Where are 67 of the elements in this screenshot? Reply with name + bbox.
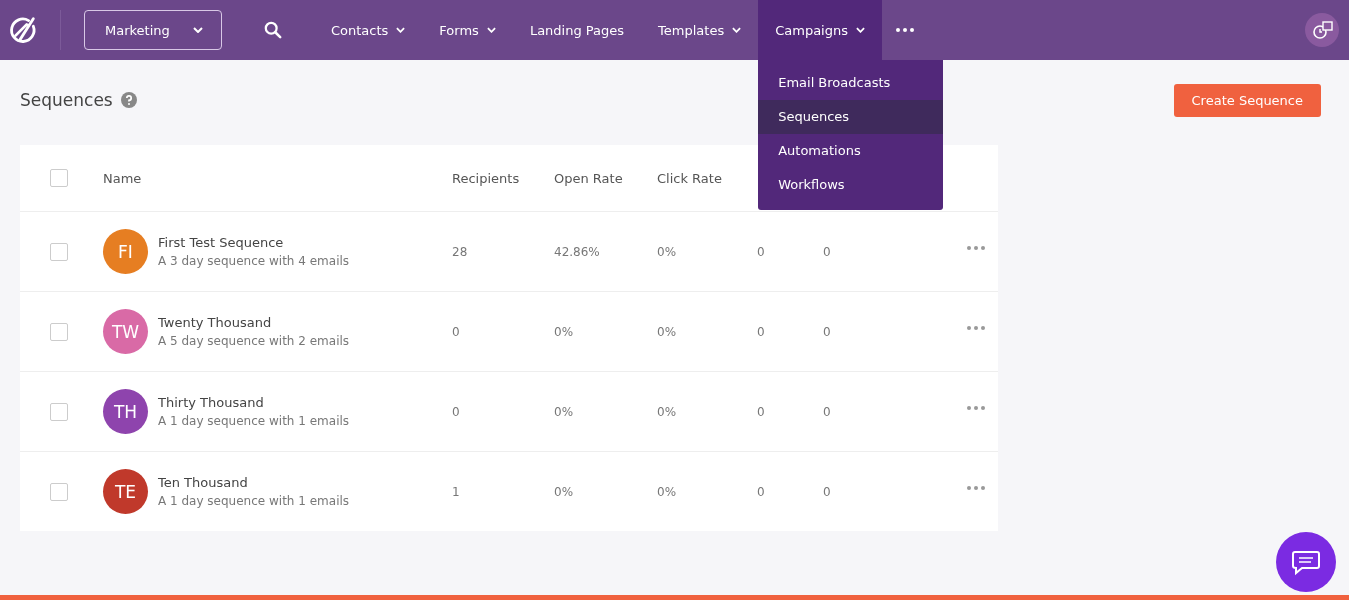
page-title: Sequences bbox=[20, 90, 113, 110]
column-header: Open Rate bbox=[554, 170, 624, 186]
search-icon[interactable] bbox=[264, 21, 282, 39]
table-cell-text: 0% bbox=[657, 324, 678, 339]
more-options-icon[interactable] bbox=[967, 325, 985, 330]
column-header: Click Rate bbox=[657, 170, 723, 186]
caret-icon bbox=[396, 27, 406, 33]
row-checkbox[interactable] bbox=[50, 402, 68, 421]
more-options-icon[interactable] bbox=[967, 405, 985, 410]
table-cell-text: 0 bbox=[823, 324, 832, 339]
caret-icon bbox=[193, 27, 203, 33]
nav-tab[interactable]: Contacts bbox=[314, 0, 423, 60]
table-cell-text: 0 bbox=[452, 324, 461, 339]
more-options-icon[interactable] bbox=[967, 485, 985, 490]
nav-tab[interactable]: Forms bbox=[422, 0, 513, 60]
table-cell-text: 0 bbox=[757, 244, 766, 259]
menu-item[interactable]: Sequences bbox=[758, 100, 944, 134]
row-checkbox[interactable] bbox=[50, 482, 68, 501]
column-header: Name bbox=[103, 170, 143, 186]
initials-avatar: TH bbox=[103, 389, 148, 434]
workspace-dropdown[interactable]: Marketing bbox=[84, 10, 222, 50]
table-cell-text: 0% bbox=[554, 484, 575, 499]
table-cell-text: 0% bbox=[657, 484, 678, 499]
menu-item[interactable]: Workflows bbox=[758, 168, 944, 202]
column-header: Recipients bbox=[452, 170, 521, 186]
sequence-name[interactable]: Ten Thousand bbox=[158, 475, 350, 490]
row-checkbox[interactable] bbox=[50, 322, 68, 341]
menu-item[interactable]: Email Broadcasts bbox=[758, 66, 944, 100]
caret-icon bbox=[486, 27, 496, 33]
sequence-description: A 3 day sequence with 4 emails bbox=[158, 254, 350, 268]
table-cell-text: 0% bbox=[657, 404, 678, 419]
select-all-checkbox[interactable] bbox=[50, 169, 68, 187]
menu-item[interactable]: Automations bbox=[758, 134, 944, 168]
nav-tab[interactable]: Campaigns bbox=[758, 0, 882, 60]
initials-avatar: FI bbox=[103, 229, 148, 274]
initials-avatar: TE bbox=[103, 469, 148, 514]
table-cell-text: 0% bbox=[554, 324, 575, 339]
initials-avatar: TW bbox=[103, 309, 148, 354]
sequence-name[interactable]: Thirty Thousand bbox=[158, 395, 350, 410]
caret-icon bbox=[732, 27, 742, 33]
table-cell-text: 0% bbox=[554, 404, 575, 419]
table-cell-text: 42.86% bbox=[554, 244, 601, 259]
more-icon[interactable] bbox=[896, 28, 914, 32]
sequence-name[interactable]: First Test Sequence bbox=[158, 235, 350, 250]
more-options-icon[interactable] bbox=[967, 245, 985, 250]
sequence-description: A 1 day sequence with 1 emails bbox=[158, 414, 350, 428]
sequence-name[interactable]: Twenty Thousand bbox=[158, 315, 350, 330]
table-cell-text: 0 bbox=[823, 484, 832, 499]
table-cell-text: 0 bbox=[757, 404, 766, 419]
table-cell-text: 1 bbox=[452, 484, 461, 499]
chat-button[interactable] bbox=[1276, 532, 1336, 592]
row-checkbox[interactable] bbox=[50, 242, 68, 261]
help-icon[interactable] bbox=[120, 92, 137, 108]
logo-icon[interactable] bbox=[8, 15, 38, 45]
nav-tab[interactable]: Landing Pages bbox=[512, 0, 642, 60]
sequence-description: A 1 day sequence with 1 emails bbox=[158, 494, 350, 508]
table-cell-text: 0 bbox=[757, 324, 766, 339]
nav-tab[interactable]: Templates bbox=[641, 0, 759, 60]
sequence-description: A 5 day sequence with 2 emails bbox=[158, 334, 350, 348]
table-cell-text: 0 bbox=[823, 244, 832, 259]
table-cell-text: 0 bbox=[823, 404, 832, 419]
clock-calendar-icon[interactable] bbox=[1305, 13, 1339, 47]
caret-icon bbox=[856, 27, 865, 33]
table-cell-text: 0 bbox=[452, 404, 461, 419]
table-cell-text: 0% bbox=[657, 244, 678, 259]
table-cell-text: 28 bbox=[452, 244, 469, 259]
table-cell-text: 0 bbox=[757, 484, 766, 499]
